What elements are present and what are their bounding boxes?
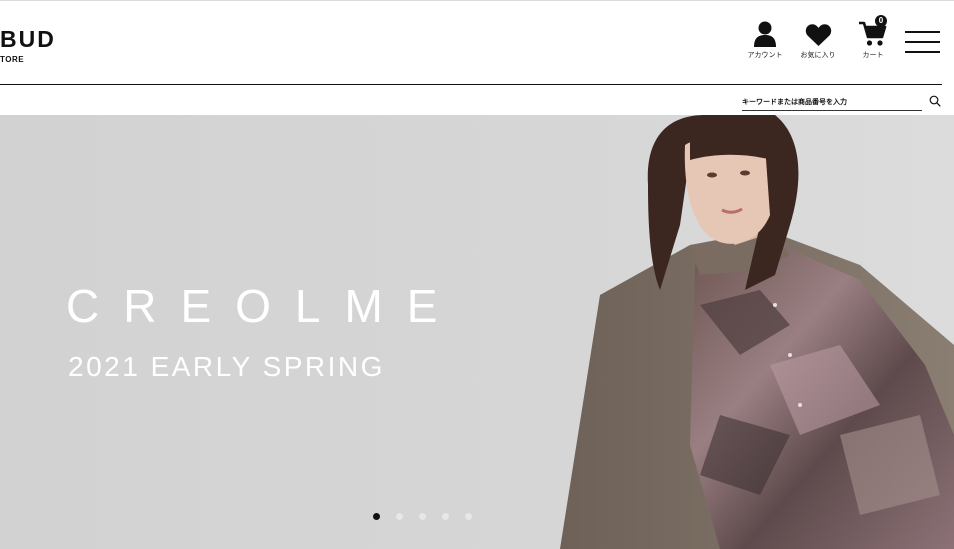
- menu-line: [905, 51, 940, 53]
- favorites-button[interactable]: お気に入り: [795, 21, 841, 65]
- cart-label: カート: [862, 51, 884, 59]
- site-logo[interactable]: BUD: [0, 28, 56, 51]
- site-header: BUD TORE アカウント お気に入り 0 カート: [0, 1, 954, 85]
- hero-image: [0, 115, 954, 549]
- account-button[interactable]: アカウント: [742, 21, 788, 65]
- carousel-dot[interactable]: [465, 513, 472, 520]
- carousel-dot[interactable]: [396, 513, 403, 520]
- search-input[interactable]: [742, 94, 922, 111]
- hamburger-menu-icon[interactable]: [905, 31, 941, 55]
- account-label: アカウント: [747, 51, 783, 59]
- search-bar: [0, 85, 954, 115]
- hero-carousel[interactable]: CREOLME 2021 EARLY SPRING: [0, 115, 954, 549]
- heart-icon: [805, 24, 831, 46]
- search-icon[interactable]: [929, 94, 943, 108]
- site-logo-subtitle: TORE: [0, 55, 25, 64]
- carousel-dot[interactable]: [373, 513, 380, 520]
- favorites-label: お気に入り: [800, 51, 836, 59]
- menu-line: [905, 41, 940, 43]
- hero-subtitle: 2021 EARLY SPRING: [68, 351, 385, 382]
- cart-button[interactable]: 0 カート: [850, 15, 896, 65]
- menu-line: [905, 31, 940, 33]
- cart-count-badge: 0: [875, 15, 887, 27]
- hero-title: CREOLME: [66, 280, 462, 332]
- account-icon: [754, 21, 776, 47]
- carousel-dot[interactable]: [419, 513, 426, 520]
- carousel-dot[interactable]: [442, 513, 449, 520]
